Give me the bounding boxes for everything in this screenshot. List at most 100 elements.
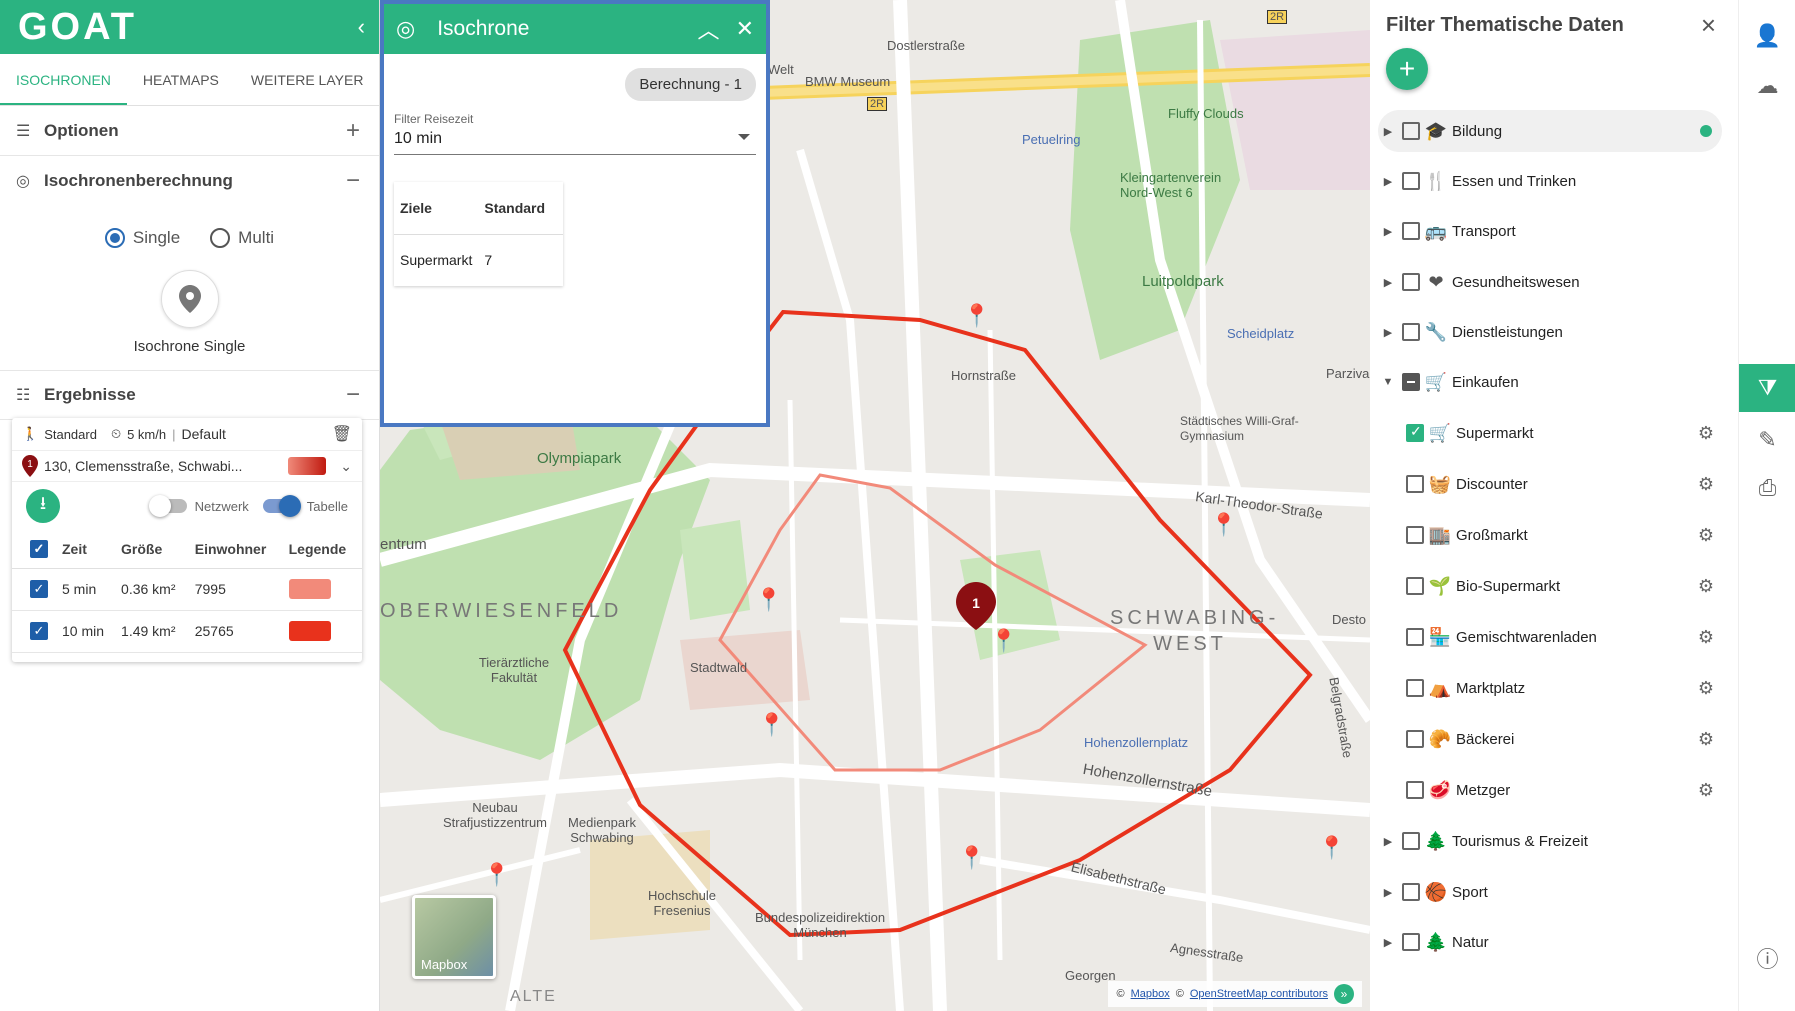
layer-discounter[interactable]: 🧺 Discounter ⚙: [1378, 463, 1722, 505]
supermarket-pin[interactable]: 📍: [1210, 512, 1237, 538]
layer-checkbox[interactable]: [1406, 423, 1424, 442]
osm-link[interactable]: OpenStreetMap contributors: [1190, 988, 1328, 1000]
layer-metzger[interactable]: 🥩 Metzger ⚙: [1378, 769, 1722, 811]
expand-arrow-icon[interactable]: ▶: [1378, 125, 1398, 138]
collapse-panel-icon[interactable]: ‹: [358, 14, 365, 40]
category-essen-und-trinken[interactable]: ▶ 🍴 Essen und Trinken: [1378, 160, 1722, 202]
radio-multi-circle[interactable]: [210, 228, 231, 248]
legend-swatch[interactable]: [288, 621, 331, 641]
layer-bio-supermarkt[interactable]: 🌱 Bio-Supermarkt ⚙: [1378, 565, 1722, 607]
print-icon[interactable]: ⎙: [1739, 464, 1795, 512]
expand-arrow-icon[interactable]: ▶: [1378, 175, 1398, 188]
mapbox-link[interactable]: Mapbox: [1131, 988, 1170, 1000]
legend-swatch[interactable]: [288, 579, 331, 599]
category-checkbox[interactable]: [1402, 222, 1420, 240]
category-sport[interactable]: ▶ 🏀 Sport: [1378, 871, 1722, 913]
layer-checkbox[interactable]: [1406, 679, 1424, 697]
collapse-berechnung-button[interactable]: −: [343, 169, 363, 193]
layer-grossmarkt[interactable]: 🏬 Großmarkt ⚙: [1378, 514, 1722, 556]
section-optionen[interactable]: ☰ Optionen +: [0, 106, 379, 156]
supermarket-pin[interactable]: 📍: [758, 712, 785, 738]
category-checkbox[interactable]: [1402, 122, 1420, 140]
category-checkbox[interactable]: [1402, 883, 1420, 901]
info-icon[interactable]: ⓘ: [1739, 934, 1795, 982]
expand-arrow-icon[interactable]: ▶: [1378, 326, 1398, 339]
layer-checkbox[interactable]: [1406, 781, 1424, 799]
category-dienstleistungen[interactable]: ▶ 🔧 Dienstleistungen: [1378, 311, 1722, 353]
close-icon[interactable]: ✕: [736, 16, 754, 42]
expand-optionen-button[interactable]: +: [343, 118, 363, 142]
chevron-down-icon[interactable]: ⌄: [340, 458, 352, 475]
category-checkbox[interactable]: [1402, 933, 1420, 951]
category-checkbox[interactable]: [1402, 832, 1420, 850]
tabelle-toggle[interactable]: [262, 495, 301, 517]
gear-icon[interactable]: ⚙: [1698, 474, 1714, 495]
gear-icon[interactable]: ⚙: [1698, 780, 1714, 801]
layer-marktplatz[interactable]: ⛺ Marktplatz ⚙: [1378, 667, 1722, 709]
supermarket-pin[interactable]: 📍: [958, 845, 985, 871]
row-checkbox[interactable]: ✓: [30, 622, 48, 640]
edit-icon[interactable]: ✎: [1739, 416, 1795, 464]
layer-checkbox[interactable]: [1406, 628, 1424, 646]
radio-multi[interactable]: Multi: [210, 228, 274, 248]
category-transport[interactable]: ▶ 🚌 Transport: [1378, 210, 1722, 252]
account-icon[interactable]: 👤: [1739, 12, 1795, 60]
filter-reisezeit-value[interactable]: 10 min: [394, 126, 756, 155]
expand-arrow-icon[interactable]: ▶: [1378, 936, 1398, 949]
collapse-ergebnisse-button[interactable]: −: [343, 383, 363, 407]
category-tourismus-freizeit[interactable]: ▶ 🌲 Tourismus & Freizeit: [1378, 820, 1722, 862]
category-gesundheitswesen[interactable]: ▶ ❤ Gesundheitswesen: [1378, 261, 1722, 303]
collapse-arrow-icon[interactable]: ▼: [1378, 376, 1398, 388]
layer-gemischtwarenladen[interactable]: 🏪 Gemischtwarenladen ⚙: [1378, 616, 1722, 658]
supermarket-pin[interactable]: 📍: [1318, 835, 1345, 861]
select-all-checkbox[interactable]: ✓: [30, 539, 48, 558]
filter-reisezeit-select[interactable]: Filter Reisezeit 10 min: [394, 112, 756, 155]
gear-icon[interactable]: ⚙: [1698, 627, 1714, 648]
basemap-switcher[interactable]: Mapbox: [412, 895, 496, 979]
expand-arrow-icon[interactable]: ▶: [1378, 886, 1398, 899]
section-ergebnisse[interactable]: ☷ Ergebnisse −: [0, 370, 379, 420]
tab-heatmaps[interactable]: HEATMAPS: [127, 54, 235, 105]
category-checkbox[interactable]: [1402, 172, 1420, 190]
row-checkbox[interactable]: ✓: [30, 580, 48, 598]
supermarket-pin[interactable]: 📍: [483, 862, 510, 888]
supermarket-pin[interactable]: 📍: [963, 303, 990, 329]
layer-checkbox[interactable]: [1406, 730, 1424, 748]
download-button[interactable]: ⭳: [26, 489, 60, 523]
berechnung-chip[interactable]: Berechnung - 1: [625, 68, 756, 101]
gear-icon[interactable]: ⚙: [1698, 423, 1714, 444]
category-checkbox[interactable]: [1402, 323, 1420, 341]
layer-baeckerei[interactable]: 🥐 Bäckerei ⚙: [1378, 718, 1722, 760]
expand-arrow-icon[interactable]: ▶: [1378, 276, 1398, 289]
category-einkaufen[interactable]: ▼ 🛒 Einkaufen: [1378, 361, 1722, 403]
supermarket-pin[interactable]: 📍: [990, 628, 1017, 654]
tab-isochronen[interactable]: ISOCHRONEN: [0, 54, 127, 105]
gear-icon[interactable]: ⚙: [1698, 576, 1714, 597]
category-natur[interactable]: ▶ 🌲 Natur: [1378, 921, 1722, 963]
netzwerk-toggle[interactable]: [148, 495, 187, 517]
close-icon[interactable]: ×: [1701, 10, 1716, 41]
isochrone-single-button[interactable]: [160, 270, 219, 328]
category-checkbox[interactable]: [1402, 273, 1420, 291]
layer-supermarkt[interactable]: 🛒 Supermarkt ⚙: [1378, 412, 1722, 454]
result-address-row[interactable]: 1 130, Clemensstraße, Schwabi... ⌄: [12, 450, 362, 482]
cloud-icon[interactable]: ☁: [1739, 62, 1795, 110]
expand-arrow-icon[interactable]: ▶: [1378, 835, 1398, 848]
tab-weitere-layer[interactable]: WEITERE LAYER: [235, 54, 380, 105]
add-layer-button[interactable]: +: [1386, 48, 1428, 90]
category-checkbox[interactable]: [1402, 373, 1420, 391]
gear-icon[interactable]: ⚙: [1698, 525, 1714, 546]
expand-arrow-icon[interactable]: ▶: [1378, 225, 1398, 238]
section-isochronenberechnung[interactable]: ◎ Isochronenberechnung −: [0, 156, 379, 206]
filter-icon[interactable]: ⧩: [1739, 364, 1795, 412]
supermarket-pin[interactable]: 📍: [755, 587, 782, 613]
layer-checkbox[interactable]: [1406, 577, 1424, 595]
attribution-expand-button[interactable]: »: [1334, 984, 1354, 1004]
gear-icon[interactable]: ⚙: [1698, 678, 1714, 699]
category-bildung[interactable]: ▶ 🎓 Bildung: [1378, 110, 1722, 152]
layer-checkbox[interactable]: [1406, 475, 1424, 493]
chevron-up-icon[interactable]: ︿: [698, 13, 720, 45]
layer-checkbox[interactable]: [1406, 526, 1424, 544]
radio-single[interactable]: Single: [104, 228, 180, 248]
trash-icon[interactable]: 🗑: [332, 424, 352, 444]
